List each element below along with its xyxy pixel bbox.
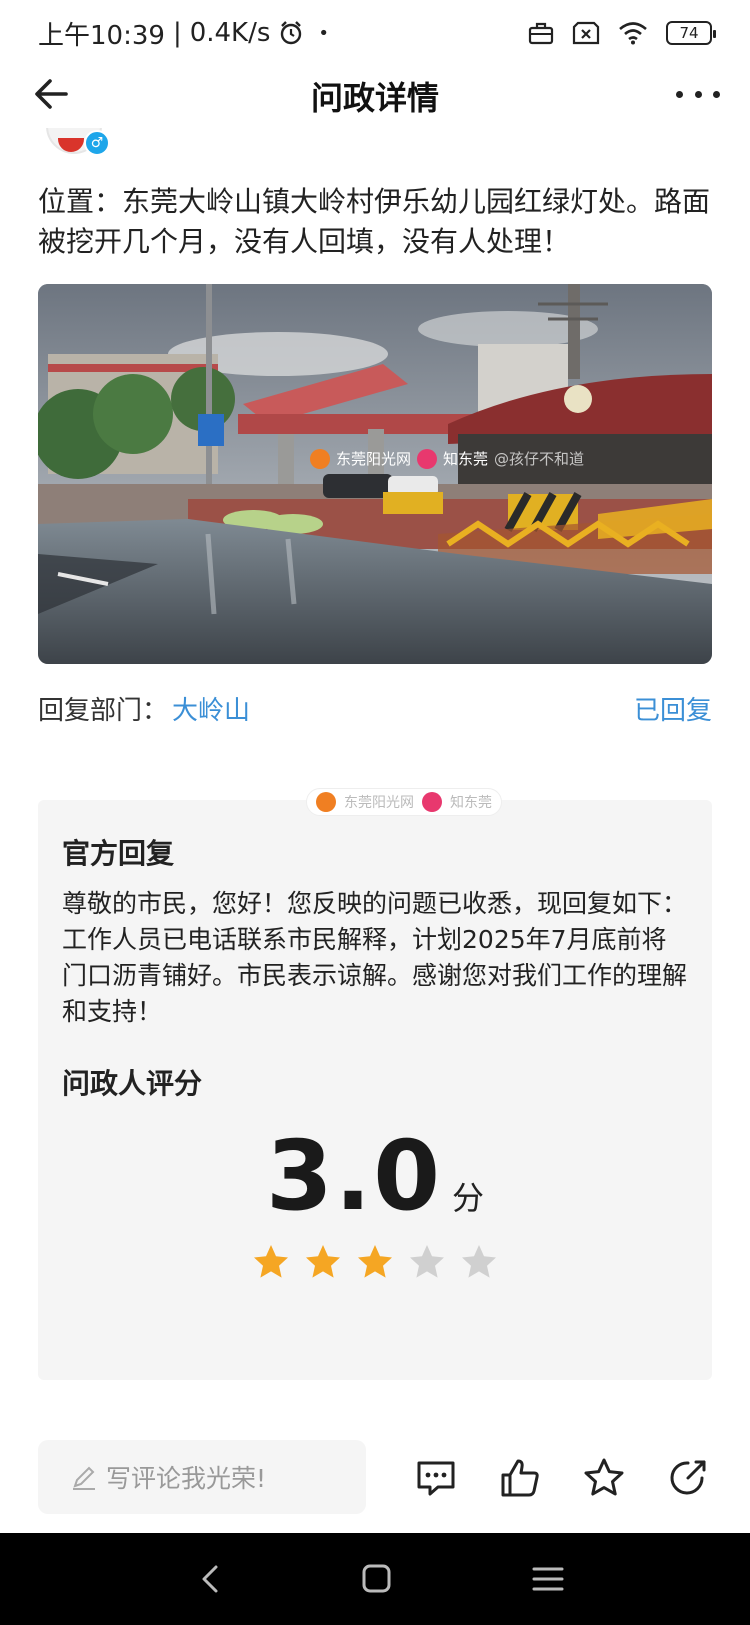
- card-watermark: 东莞阳光网 知东莞: [306, 788, 502, 816]
- card-watermark-1: 东莞阳光网: [344, 795, 414, 811]
- star-filled-icon: [306, 1245, 340, 1278]
- photo-watermark-2: 知东莞: [443, 450, 489, 468]
- star-filled-icon: [254, 1245, 288, 1278]
- more-dot: [694, 90, 702, 98]
- status-left: 上午10:39 | 0.4K/s •: [38, 15, 329, 52]
- official-reply-text: 尊敬的市民，您好！您反映的问题已收悉，现回复如下：工作人员已电话联系市民解释，计…: [62, 889, 688, 1026]
- reply-status: 已回复: [633, 695, 712, 726]
- comment-input[interactable]: 写评论我光荣!: [38, 1440, 366, 1514]
- sunshine-logo-icon: [310, 448, 330, 469]
- share-icon[interactable]: [666, 1456, 710, 1500]
- briefcase-icon: [528, 22, 554, 45]
- battery-level: 74: [679, 24, 699, 42]
- sim-error-icon: [572, 21, 600, 45]
- avatar[interactable]: ♂: [40, 128, 110, 162]
- comment-icon[interactable]: [414, 1456, 458, 1500]
- official-reply-card: 东莞阳光网 知东莞 官方回复 尊敬的市民，您好！您反映的问题已收悉，现回复如下：…: [38, 788, 712, 1380]
- notification-dot-icon: •: [318, 22, 330, 44]
- alarm-icon: [281, 21, 302, 45]
- navigation-bar: [0, 1533, 750, 1625]
- favorite-star-icon[interactable]: [582, 1456, 626, 1500]
- rating-score-unit: 分: [452, 1179, 485, 1217]
- back-button[interactable]: [30, 72, 74, 116]
- title-bar: 问政详情: [0, 66, 750, 126]
- comment-placeholder: 写评论我光荣!: [106, 1464, 267, 1493]
- nav-back-icon[interactable]: [192, 1561, 232, 1597]
- zhidongguan-logo-icon: [417, 448, 438, 469]
- network-speed: 0.4K/s: [189, 18, 271, 48]
- page-title: 问政详情: [310, 79, 439, 117]
- nav-home-icon[interactable]: [356, 1561, 396, 1597]
- star-empty-icon: [410, 1245, 444, 1278]
- reply-department-link[interactable]: 大岭山: [172, 690, 250, 727]
- official-reply-title: 官方回复: [62, 837, 175, 870]
- like-icon[interactable]: [498, 1456, 542, 1500]
- more-dot: [676, 90, 683, 98]
- nav-menu-icon[interactable]: [528, 1561, 568, 1597]
- post-text: 位置：东莞大岭山镇大岭村伊乐幼儿园红绿灯处。路面被挖开几个月，没有人回填，没有人…: [38, 185, 711, 258]
- photo-watermark-3: @孩仔不和道: [494, 450, 585, 468]
- rating-score: 3.0 分: [38, 1120, 712, 1232]
- photo-watermark-1: 东莞阳光网: [336, 450, 412, 468]
- battery-icon: 74: [666, 21, 716, 45]
- more-dot: [713, 90, 720, 98]
- card-watermark-2: 知东莞: [450, 795, 492, 811]
- sunshine-logo-icon: [316, 792, 336, 812]
- rating-score-value: 3.0: [265, 1120, 443, 1232]
- status-time: 上午10:39: [38, 20, 165, 51]
- star-empty-icon: [462, 1245, 496, 1278]
- star-filled-icon: [358, 1245, 392, 1278]
- reply-department-row: 回复部门： 大岭山 已回复: [38, 688, 712, 728]
- rating-stars: [38, 1242, 712, 1282]
- post-photo[interactable]: 东莞阳光网 知东莞 @孩仔不和道: [38, 284, 712, 664]
- status-divider: |: [172, 18, 182, 48]
- comment-bar: 写评论我光荣!: [0, 1430, 750, 1514]
- rating-title: 问政人评分: [62, 1067, 203, 1100]
- male-gender-icon: ♂: [84, 130, 110, 156]
- reply-department-label: 回复部门：: [38, 695, 169, 726]
- photo-watermark: 东莞阳光网 知东莞 @孩仔不和道: [310, 448, 584, 469]
- status-right: 74: [528, 21, 716, 45]
- status-bar: 上午10:39 | 0.4K/s • 74: [0, 0, 750, 66]
- wifi-icon: [619, 22, 647, 45]
- zhidongguan-logo-icon: [422, 792, 442, 812]
- more-button[interactable]: [676, 74, 720, 114]
- pencil-icon: [73, 1466, 95, 1490]
